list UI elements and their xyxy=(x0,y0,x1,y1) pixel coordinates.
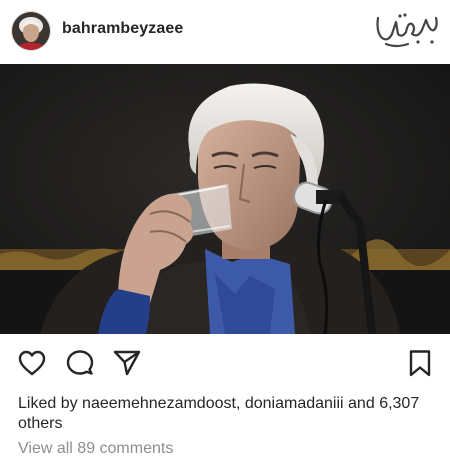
avatar-image xyxy=(12,12,50,50)
post-actions xyxy=(0,340,450,384)
heart-icon[interactable] xyxy=(17,348,47,378)
avatar[interactable] xyxy=(12,12,50,50)
watermark-logo xyxy=(376,13,438,48)
liked-by-user-2[interactable]: doniamadaniii xyxy=(245,395,344,412)
comment-icon[interactable] xyxy=(65,348,95,378)
liked-by-separator: , xyxy=(235,395,241,412)
likes-summary: Liked by naeemehnezamdoost, doniamadanii… xyxy=(18,394,438,434)
post-header: bahrambeyzaee xyxy=(0,0,450,62)
likes-and: and xyxy=(348,395,375,412)
post-username[interactable]: bahrambeyzaee xyxy=(62,20,183,38)
photo-image xyxy=(0,64,450,334)
liked-by-user-1[interactable]: naeemehnezamdoost xyxy=(82,395,236,412)
likes-prefix: Liked by xyxy=(18,395,78,412)
send-icon[interactable] xyxy=(112,348,142,378)
post-photo[interactable] xyxy=(0,64,450,334)
bookmark-icon[interactable] xyxy=(405,348,435,378)
view-comments-link[interactable]: View all 89 comments xyxy=(18,440,173,458)
